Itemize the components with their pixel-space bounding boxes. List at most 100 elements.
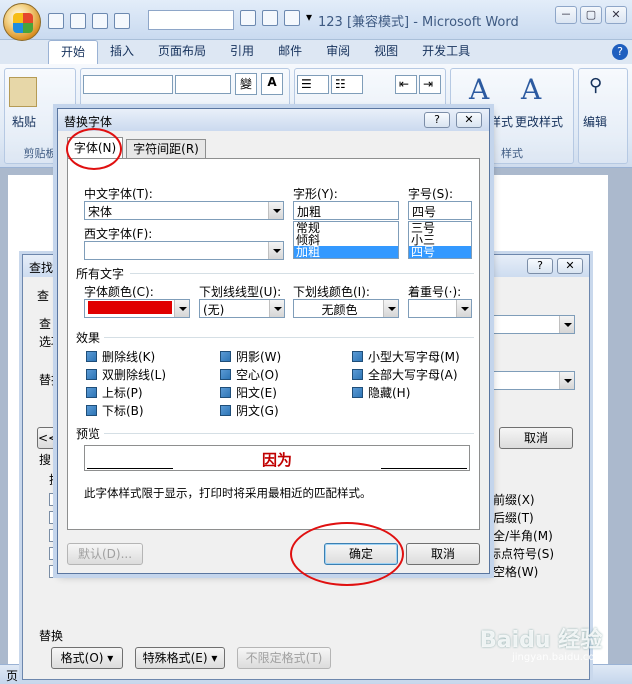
char-border-icon[interactable]: A	[261, 73, 283, 95]
maximize-button[interactable]: ▢	[580, 6, 602, 24]
change-styles-label[interactable]: 更改样式	[515, 113, 563, 130]
minimize-button[interactable]: －	[555, 6, 577, 24]
font-size-list[interactable]: 三号 小三 四号	[408, 221, 472, 259]
small-caps-checkbox[interactable]	[352, 351, 363, 362]
find-close-button[interactable]: ✕	[557, 258, 583, 274]
shadow-checkbox[interactable]	[220, 351, 231, 362]
numbering-icon[interactable]: ☷	[331, 75, 363, 94]
close-window-button[interactable]: ✕	[605, 6, 627, 24]
watermark-logo: Baidu 经验	[480, 628, 603, 653]
phonetic-icon[interactable]: 變	[235, 73, 257, 95]
chevron-down-icon[interactable]	[268, 242, 283, 259]
find-cancel-button[interactable]: 取消	[499, 427, 573, 449]
redo-icon[interactable]	[92, 13, 108, 29]
less-button[interactable]: <<	[37, 427, 59, 449]
change-styles-icon[interactable]: A	[521, 73, 541, 106]
double-strike-checkbox[interactable]	[86, 369, 97, 380]
chevron-down-icon[interactable]	[268, 202, 283, 219]
tab-mailings[interactable]: 邮件	[266, 40, 314, 64]
font-help-button[interactable]: ?	[424, 112, 450, 128]
help-icon[interactable]: ?	[612, 44, 628, 60]
bullets-icon[interactable]: ☰	[297, 75, 329, 94]
office-button[interactable]	[3, 3, 41, 41]
font-name-combo[interactable]	[83, 75, 173, 94]
copy-icon[interactable]	[262, 10, 278, 26]
print-preview-icon[interactable]	[114, 13, 130, 29]
tab-references[interactable]: 引用	[218, 40, 266, 64]
find-help-button[interactable]: ?	[527, 258, 553, 274]
increase-indent-icon[interactable]: ⇥	[419, 75, 441, 94]
font-tab-panel: 中文字体(T): 宋体 西文字体(F): 字形(Y): 加粗 常规 倾斜 加粗 …	[67, 158, 480, 530]
suffix-text: 后缀	[493, 511, 518, 525]
tab-char-spacing[interactable]: 字符间距(R)	[126, 139, 206, 159]
quick-access-toolbar-2: ▾	[240, 10, 316, 26]
all-caps-checkbox[interactable]	[352, 369, 363, 380]
watermark-url: jingyan.baidu.com	[512, 652, 605, 663]
replace-with-combo[interactable]	[491, 371, 575, 390]
paste-icon[interactable]	[284, 10, 300, 26]
window-title: 123 [兼容模式] - Microsoft Word	[318, 15, 519, 30]
emphasis-label: 着重号(·):	[408, 285, 462, 299]
all-caps-label: 全部大写字母(A)	[368, 368, 458, 382]
font-color-combo[interactable]	[84, 299, 190, 318]
find-what-combo[interactable]	[491, 315, 575, 334]
font-style-input[interactable]: 加粗	[293, 201, 399, 220]
customize-icon[interactable]: ▾	[306, 10, 316, 26]
special-button[interactable]: 特殊格式(E) ▾	[135, 647, 225, 669]
annotation-circle-font-tab	[66, 128, 122, 170]
tab-home[interactable]: 开始	[48, 40, 99, 64]
format-button[interactable]: 格式(O) ▾	[51, 647, 123, 669]
western-font-combo[interactable]	[84, 241, 284, 260]
tab-insert[interactable]: 插入	[98, 40, 146, 64]
dropdown-icon[interactable]	[240, 10, 256, 26]
engrave-checkbox[interactable]	[220, 405, 231, 416]
chevron-down-icon[interactable]	[174, 300, 189, 317]
cancel-button[interactable]: 取消	[406, 543, 480, 565]
emboss-checkbox[interactable]	[220, 387, 231, 398]
save-icon[interactable]	[48, 13, 64, 29]
tab-view[interactable]: 视图	[362, 40, 410, 64]
decrease-indent-icon[interactable]: ⇤	[395, 75, 417, 94]
outline-checkbox[interactable]	[220, 369, 231, 380]
edit-label[interactable]: 编辑	[583, 113, 607, 130]
font-size-combo[interactable]	[175, 75, 231, 94]
underline-color-value: 无颜色	[321, 303, 358, 317]
paste-label[interactable]: 粘贴	[7, 113, 41, 130]
undo-icon[interactable]	[70, 13, 86, 29]
default-button[interactable]: 默认(D)...	[67, 543, 143, 565]
emphasis-combo[interactable]	[408, 299, 472, 318]
list-item-selected[interactable]: 四号	[409, 246, 471, 258]
hidden-checkbox[interactable]	[352, 387, 363, 398]
superscript-checkbox[interactable]	[86, 387, 97, 398]
strikethrough-checkbox[interactable]	[86, 351, 97, 362]
double-strike-label: 双删除线(L)	[102, 368, 167, 382]
chevron-down-icon[interactable]	[383, 300, 398, 317]
list-item-selected[interactable]: 加粗	[294, 246, 398, 258]
chevron-down-icon[interactable]	[269, 300, 284, 317]
style-label-partial[interactable]: 样式	[489, 113, 513, 130]
find-tab-partial[interactable]: 查	[37, 287, 49, 304]
tab-review[interactable]: 审阅	[314, 40, 362, 64]
underline-type-label: 下划线线型(U):	[199, 285, 282, 299]
space-key: (W)	[517, 565, 539, 579]
no-formatting-button[interactable]: 不限定格式(T)	[237, 647, 331, 669]
underline-color-combo[interactable]: 无颜色	[293, 299, 399, 318]
find-label-partial: 查	[39, 317, 52, 331]
font-close-button[interactable]: ✕	[456, 112, 482, 128]
underline-type-combo[interactable]: (无)	[199, 299, 285, 318]
quick-styles-icon[interactable]: A	[469, 73, 489, 106]
subscript-checkbox[interactable]	[86, 405, 97, 416]
binoculars-icon[interactable]: ⚲	[589, 75, 602, 96]
chevron-down-icon[interactable]	[456, 300, 471, 317]
font-size-label: 字号(S):	[408, 187, 454, 201]
paste-icon[interactable]	[9, 77, 37, 107]
qat-style-combo[interactable]	[148, 10, 234, 30]
preview-box: 因为	[84, 445, 470, 471]
tab-page-layout[interactable]: 页面布局	[146, 40, 218, 64]
width-option: 全/半角(M)	[493, 527, 553, 544]
font-style-list[interactable]: 常规 倾斜 加粗	[293, 221, 399, 259]
chinese-font-combo[interactable]: 宋体	[84, 201, 284, 220]
tab-developer[interactable]: 开发工具	[410, 40, 482, 64]
font-size-input[interactable]: 四号	[408, 201, 472, 220]
status-page: 页	[6, 669, 19, 683]
